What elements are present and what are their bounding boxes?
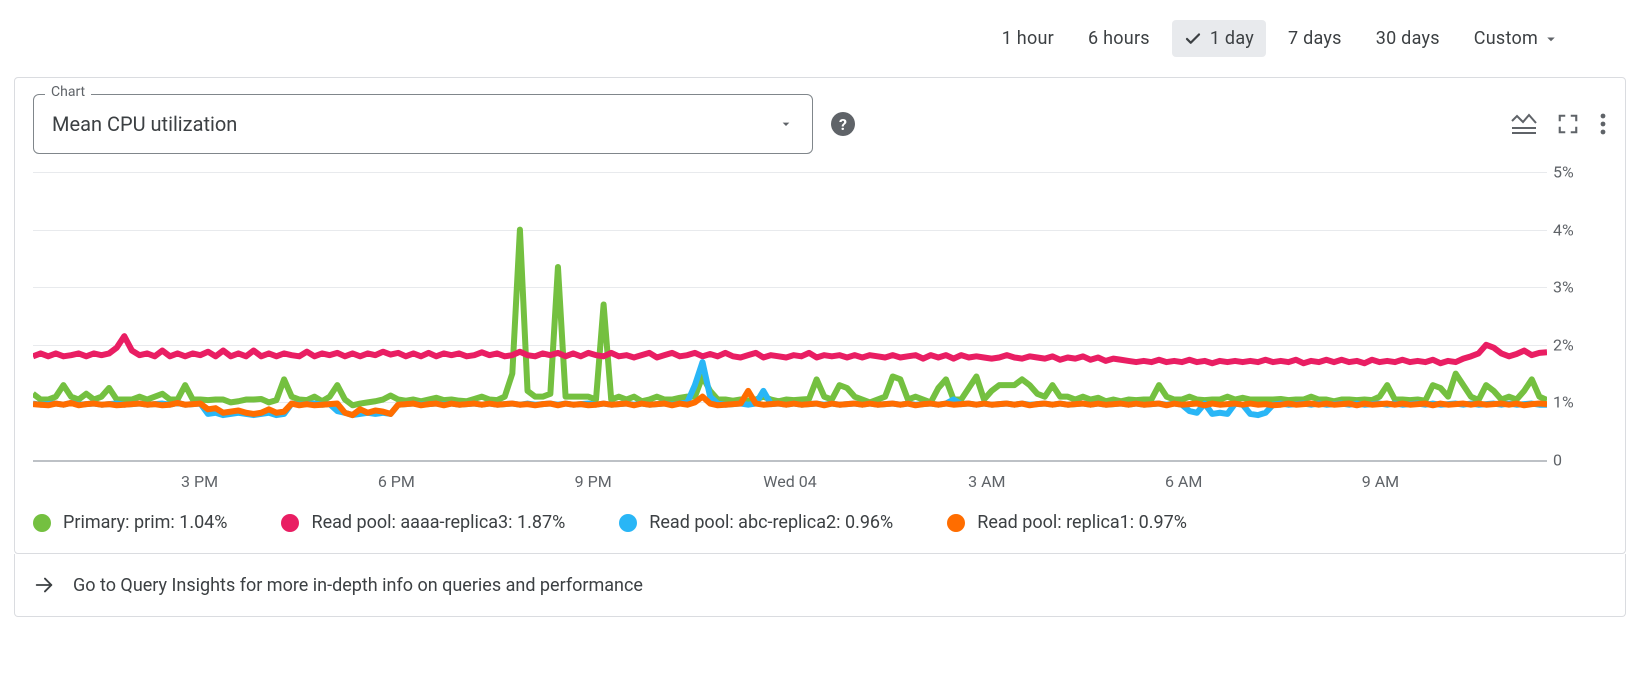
legend-swatch — [947, 514, 965, 532]
chart-select-value: Mean CPU utilization — [52, 112, 237, 136]
y-tick-label: 1% — [1553, 393, 1601, 412]
monitoring-panel: 1 hour 6 hours 1 day 7 days 30 days Cust… — [0, 0, 1640, 694]
y-tick-label: 0 — [1553, 451, 1601, 470]
query-insights-label: Go to Query Insights for more in-depth i… — [73, 575, 643, 596]
chart-select-label: Chart — [45, 84, 91, 100]
x-tick-label: 6 PM — [378, 472, 415, 491]
legend-label: Read pool: aaaa-replica3: 1.87% — [311, 512, 565, 533]
legend-item[interactable]: Read pool: replica1: 0.97% — [947, 512, 1187, 533]
legend-item[interactable]: Primary: prim: 1.04% — [33, 512, 227, 533]
x-tick-label: Wed 04 — [763, 472, 816, 491]
help-icon[interactable]: ? — [831, 112, 855, 136]
y-tick-label: 4% — [1553, 220, 1601, 239]
series-line — [33, 230, 1547, 406]
fullscreen-icon[interactable] — [1557, 113, 1579, 135]
time-range-6-hours[interactable]: 6 hours — [1076, 20, 1162, 57]
chart-plot-area: 01%2%3%4%5% 3 PM 6 PM 9 PM Wed 04 3 AM 6 AM 9 … — [33, 172, 1607, 492]
legend-swatch — [281, 514, 299, 532]
time-range-1-day[interactable]: 1 day — [1172, 20, 1266, 57]
check-icon — [1184, 30, 1202, 48]
query-insights-link[interactable]: Go to Query Insights for more in-depth i… — [14, 554, 1626, 617]
time-range-selector: 1 hour 6 hours 1 day 7 days 30 days Cust… — [14, 14, 1626, 67]
arrow-right-icon — [33, 574, 55, 596]
caret-down-icon — [1542, 30, 1560, 48]
chart-card: Chart Mean CPU utilization ? — [14, 77, 1626, 554]
series-line — [33, 391, 1547, 415]
series-line — [33, 336, 1547, 363]
x-axis-labels: 3 PM 6 PM 9 PM Wed 04 3 AM 6 AM 9 AM — [33, 468, 1547, 492]
plot[interactable]: 01%2%3%4%5% — [33, 172, 1547, 462]
x-tick-label: 9 PM — [575, 472, 612, 491]
y-tick-label: 5% — [1553, 163, 1601, 182]
time-range-1-hour[interactable]: 1 hour — [990, 20, 1066, 57]
legend-swatch — [33, 514, 51, 532]
legend-swatch — [619, 514, 637, 532]
chart-select-wrap: Chart Mean CPU utilization ? — [33, 94, 855, 154]
time-range-custom-label: Custom — [1474, 28, 1538, 49]
chart-legend: Primary: prim: 1.04% Read pool: aaaa-repl… — [33, 512, 1607, 533]
chart-actions — [1511, 112, 1607, 136]
x-tick-label: 3 PM — [181, 472, 218, 491]
y-tick-label: 2% — [1553, 335, 1601, 354]
legend-toggle-icon[interactable] — [1511, 113, 1537, 135]
legend-label: Primary: prim: 1.04% — [63, 512, 227, 533]
time-range-7-days[interactable]: 7 days — [1276, 20, 1354, 57]
x-tick-label: 6 AM — [1165, 472, 1202, 491]
legend-label: Read pool: replica1: 0.97% — [977, 512, 1187, 533]
y-tick-label: 3% — [1553, 278, 1601, 297]
time-range-custom[interactable]: Custom — [1462, 20, 1572, 57]
x-tick-label: 3 AM — [968, 472, 1005, 491]
caret-down-icon — [778, 116, 794, 132]
time-range-30-days[interactable]: 30 days — [1364, 20, 1452, 57]
legend-item[interactable]: Read pool: aaaa-replica3: 1.87% — [281, 512, 565, 533]
legend-label: Read pool: abc-replica2: 0.96% — [649, 512, 893, 533]
chart-select[interactable]: Mean CPU utilization — [33, 94, 813, 154]
legend-item[interactable]: Read pool: abc-replica2: 0.96% — [619, 512, 893, 533]
series-svg — [33, 172, 1547, 460]
x-tick-label: 9 AM — [1362, 472, 1399, 491]
chart-top-row: Chart Mean CPU utilization ? — [33, 94, 1607, 154]
time-range-1-day-label: 1 day — [1210, 28, 1254, 49]
more-options-icon[interactable] — [1599, 112, 1607, 136]
